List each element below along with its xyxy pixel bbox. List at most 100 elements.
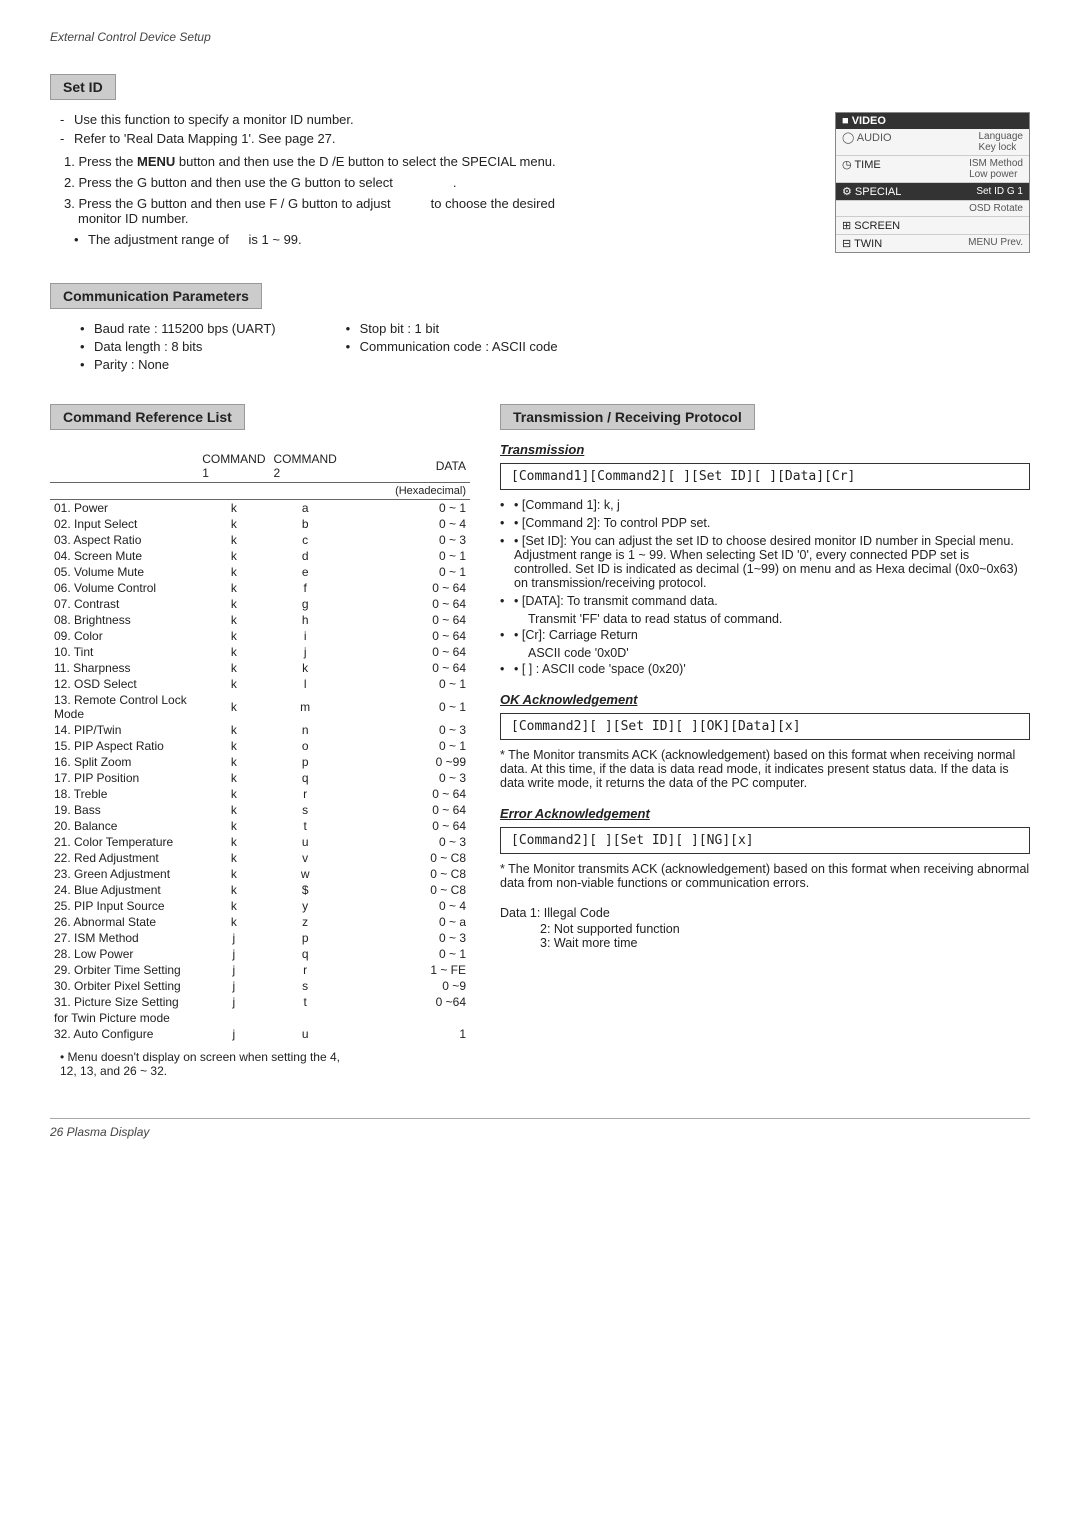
cmd2: l (270, 676, 341, 692)
cmd-name: 06. Volume Control (50, 580, 198, 596)
header-title: External Control Device Setup (50, 30, 211, 44)
cmd1: k (198, 818, 269, 834)
cmd-data: 0 ~ a (341, 914, 470, 930)
comm-param: Data length : 8 bits (80, 339, 276, 354)
step-1: 1. Press the MENU button and then use th… (64, 154, 805, 169)
cmd-name: 05. Volume Mute (50, 564, 198, 580)
cmd1: j (198, 946, 269, 962)
cmd1: k (198, 802, 269, 818)
cmd-data: 0 ~ 3 (341, 770, 470, 786)
cmd-name: 16. Split Zoom (50, 754, 198, 770)
set-id-title: Set ID (50, 74, 116, 100)
page-header: External Control Device Setup (50, 30, 1030, 44)
data-note-1: Data 1: Illegal Code (500, 906, 1030, 920)
comm-param: Baud rate : 115200 bps (UART) (80, 321, 276, 336)
cmd-name: 20. Balance (50, 818, 198, 834)
cmd-name: 03. Aspect Ratio (50, 532, 198, 548)
cmd1: k (198, 612, 269, 628)
cmd-name: 07. Contrast (50, 596, 198, 612)
error-ack-box: [Command2][ ][Set ID][ ][NG][x] (500, 827, 1030, 854)
table-row: 32. Auto Configure j u 1 (50, 1026, 470, 1042)
trans-title: Transmission (500, 442, 1030, 457)
cmd1: k (198, 644, 269, 660)
cmd-name: 11. Sharpness (50, 660, 198, 676)
ok-ack-box: [Command2][ ][Set ID][ ][OK][Data][x] (500, 713, 1030, 740)
cmd2: m (270, 692, 341, 722)
table-row: 28. Low Power j q 0 ~ 1 (50, 946, 470, 962)
cmd1: j (198, 1026, 269, 1042)
cmd-name: 23. Green Adjustment (50, 866, 198, 882)
cmd1: k (198, 882, 269, 898)
cmd1: k (198, 628, 269, 644)
comm-param: Stop bit : 1 bit (346, 321, 558, 336)
data-notes: Data 1: Illegal Code 2: Not supported fu… (500, 906, 1030, 950)
cmd-data: 0 ~ 3 (341, 532, 470, 548)
cmd-name: 29. Orbiter Time Setting (50, 962, 198, 978)
cmd1: k (198, 676, 269, 692)
table-row: 13. Remote Control Lock Mode k m 0 ~ 1 (50, 692, 470, 722)
table-row: 04. Screen Mute k d 0 ~ 1 (50, 548, 470, 564)
note: • [Cr]: Carriage Return (500, 628, 1030, 642)
comm-col-1: Baud rate : 115200 bps (UART) Data lengt… (60, 321, 276, 376)
cmd2: u (270, 1026, 341, 1042)
cmd1: k (198, 532, 269, 548)
cmd2: d (270, 548, 341, 564)
cmd-data: 0 ~ 64 (341, 802, 470, 818)
adjust-note: The adjustment range of is 1 ~ 99. (74, 232, 805, 247)
cmd1: k (198, 738, 269, 754)
table-row: 09. Color k i 0 ~ 64 (50, 628, 470, 644)
cmd1: j (198, 930, 269, 946)
cmd-name: 13. Remote Control Lock Mode (50, 692, 198, 722)
cmd-data (341, 1010, 470, 1026)
col-header-empty (50, 448, 198, 483)
cmd-name: for Twin Picture mode (50, 1010, 198, 1026)
table-row: 11. Sharpness k k 0 ~ 64 (50, 660, 470, 676)
cmd2: $ (270, 882, 341, 898)
cr-note-indent: ASCII code '0x0D' (500, 646, 1030, 660)
cmd1: k (198, 564, 269, 580)
cmd-name: 28. Low Power (50, 946, 198, 962)
data-indent-2: 3: Wait more time (500, 936, 1030, 950)
cmd-data: 0 ~99 (341, 754, 470, 770)
data-note-indent: Transmit 'FF' data to read status of com… (500, 612, 1030, 626)
cmd2 (270, 1010, 341, 1026)
comm-param: Parity : None (80, 357, 276, 372)
ok-ack-note: * The Monitor transmits ACK (acknowledge… (500, 748, 1030, 790)
cmd1: k (198, 722, 269, 738)
cmd2: o (270, 738, 341, 754)
cmd2: h (270, 612, 341, 628)
cmd2: z (270, 914, 341, 930)
cmd-name: 01. Power (50, 500, 198, 517)
cmd-data: 0 ~ 64 (341, 612, 470, 628)
note: • [Command 2]: To control PDP set. (500, 516, 1030, 530)
cmd2: q (270, 946, 341, 962)
col-subheader-empty3 (270, 483, 341, 500)
cmd-name: 32. Auto Configure (50, 1026, 198, 1042)
table-row: 30. Orbiter Pixel Setting j s 0 ~9 (50, 978, 470, 994)
cmd2: r (270, 962, 341, 978)
data-indent-1: 2: Not supported function (500, 922, 1030, 936)
table-row: 05. Volume Mute k e 0 ~ 1 (50, 564, 470, 580)
table-row: 20. Balance k t 0 ~ 64 (50, 818, 470, 834)
cmd2: k (270, 660, 341, 676)
page-footer: 26 Plasma Display (50, 1118, 1030, 1139)
cmd-data: 0 ~ 64 (341, 580, 470, 596)
cmd-data: 0 ~ 3 (341, 834, 470, 850)
cmd-data: 0 ~ 64 (341, 596, 470, 612)
set-id-section: Set ID Use this function to specify a mo… (50, 74, 1030, 255)
cmd2: u (270, 834, 341, 850)
cmd1: j (198, 962, 269, 978)
table-row: 10. Tint k j 0 ~ 64 (50, 644, 470, 660)
cmd-name: 17. PIP Position (50, 770, 198, 786)
cmd-data: 0 ~64 (341, 994, 470, 1010)
comm-col-2: Stop bit : 1 bit Communication code : AS… (336, 321, 558, 376)
cmd2: p (270, 754, 341, 770)
cmd2: r (270, 786, 341, 802)
cmd-data: 0 ~ 64 (341, 628, 470, 644)
table-row: 14. PIP/Twin k n 0 ~ 3 (50, 722, 470, 738)
cmd1: k (198, 850, 269, 866)
table-row: 08. Brightness k h 0 ~ 64 (50, 612, 470, 628)
table-row: 25. PIP Input Source k y 0 ~ 4 (50, 898, 470, 914)
transmission-section: Transmission / Receiving Protocol Transm… (500, 404, 1030, 1078)
cmd-ref-section: Command Reference List COMMAND 1 COMMAND… (50, 404, 470, 1078)
